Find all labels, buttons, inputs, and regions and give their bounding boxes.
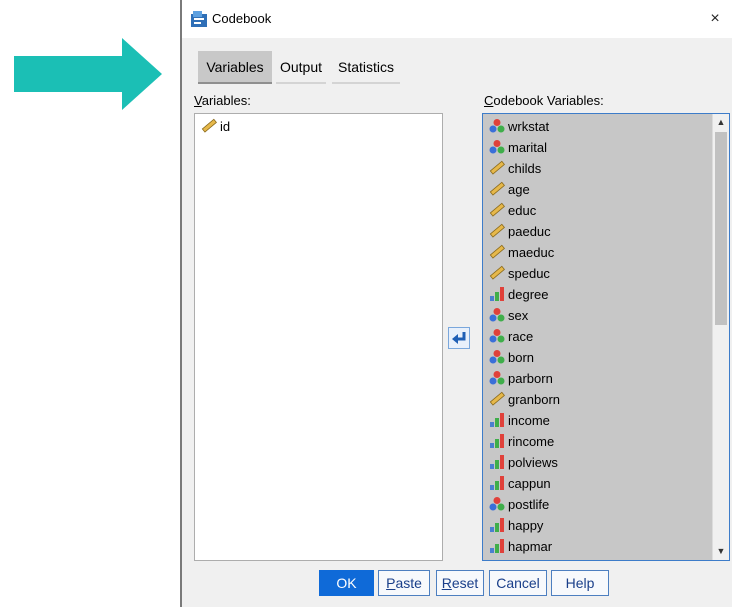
list-item-label: cappun bbox=[508, 476, 551, 491]
scroll-up-icon[interactable]: ▲ bbox=[713, 114, 729, 131]
tab-output[interactable]: Output bbox=[276, 51, 326, 84]
scale-icon bbox=[489, 181, 505, 196]
nominal-icon bbox=[489, 140, 505, 154]
scale-icon bbox=[201, 118, 217, 133]
list-item-label: born bbox=[508, 350, 535, 365]
list-item-label: educ bbox=[508, 203, 537, 218]
move-back-button[interactable] bbox=[448, 327, 470, 349]
list-item-label: sex bbox=[508, 308, 529, 323]
list-item[interactable]: id bbox=[201, 117, 230, 137]
list-item[interactable]: educ bbox=[489, 201, 536, 221]
help-button[interactable]: Help bbox=[551, 570, 609, 596]
ok-button[interactable]: OK bbox=[319, 570, 374, 596]
list-item[interactable]: race bbox=[489, 327, 533, 347]
list-item-label: age bbox=[508, 182, 530, 197]
list-item-label: paeduc bbox=[508, 224, 551, 239]
nominal-icon bbox=[489, 329, 505, 343]
tab-statistics[interactable]: Statistics bbox=[332, 51, 400, 84]
list-item-label: degree bbox=[508, 287, 549, 302]
scroll-down-icon[interactable]: ▼ bbox=[713, 543, 729, 560]
codebook-dialog: Codebook × Variables Output Statistics V… bbox=[180, 0, 732, 607]
list-item[interactable]: granborn bbox=[489, 390, 560, 410]
list-item[interactable]: parborn bbox=[489, 369, 553, 389]
scale-icon bbox=[489, 244, 505, 259]
ordinal-icon bbox=[490, 518, 504, 532]
list-item-label: granborn bbox=[508, 392, 561, 407]
scroll-thumb[interactable] bbox=[715, 132, 727, 325]
list-item-label: speduc bbox=[508, 266, 550, 281]
list-item[interactable]: wrkstat bbox=[489, 117, 549, 137]
list-item-label: race bbox=[508, 329, 534, 344]
list-item[interactable]: speduc bbox=[489, 264, 550, 284]
vertical-scrollbar[interactable]: ▲ ▼ bbox=[712, 114, 729, 560]
list-item[interactable]: sex bbox=[489, 306, 528, 326]
return-arrow-icon bbox=[452, 332, 466, 344]
list-item-label: happy bbox=[508, 518, 544, 533]
list-item[interactable]: happy bbox=[489, 516, 543, 536]
list-item-label: marital bbox=[508, 140, 548, 155]
list-item[interactable]: postlife bbox=[489, 495, 549, 515]
nominal-icon bbox=[489, 371, 505, 385]
list-item[interactable]: polviews bbox=[489, 453, 558, 473]
list-item[interactable]: born bbox=[489, 348, 534, 368]
cancel-button[interactable]: Cancel bbox=[489, 570, 547, 596]
paste-button[interactable]: Paste bbox=[378, 570, 430, 596]
list-item[interactable]: cappun bbox=[489, 474, 551, 494]
scale-icon bbox=[489, 391, 505, 406]
list-item[interactable]: income bbox=[489, 411, 550, 431]
list-item[interactable]: marital bbox=[489, 138, 547, 158]
list-item-label: postlife bbox=[508, 497, 550, 512]
list-item-label: income bbox=[508, 413, 550, 428]
list-item[interactable]: childs bbox=[489, 159, 541, 179]
list-item-label: wrkstat bbox=[508, 119, 550, 134]
reset-button[interactable]: Reset bbox=[436, 570, 484, 596]
ordinal-icon bbox=[490, 455, 504, 469]
scale-icon bbox=[489, 202, 505, 217]
list-item-label: childs bbox=[508, 161, 542, 176]
list-item-label: parborn bbox=[508, 371, 553, 386]
ordinal-icon bbox=[490, 287, 504, 301]
codebook-app-icon bbox=[191, 11, 207, 27]
scale-icon bbox=[489, 223, 505, 238]
list-item-label: hapmar bbox=[508, 539, 553, 554]
list-item-label: maeduc bbox=[508, 245, 555, 260]
close-icon[interactable]: × bbox=[700, 5, 730, 33]
ordinal-icon bbox=[490, 539, 504, 553]
nominal-icon bbox=[489, 308, 505, 322]
tab-variables[interactable]: Variables bbox=[198, 51, 272, 84]
ordinal-icon bbox=[490, 413, 504, 427]
codebook-variables-listbox[interactable]: wrkstat marital childs age educ paeduc maeduc s… bbox=[482, 113, 730, 561]
list-item[interactable]: age bbox=[489, 180, 530, 200]
list-item-label: polviews bbox=[508, 455, 558, 470]
dialog-title: Codebook bbox=[212, 11, 272, 26]
list-item[interactable]: paeduc bbox=[489, 222, 551, 242]
pointer-arrow-icon bbox=[14, 38, 162, 110]
list-item[interactable]: hapmar bbox=[489, 537, 552, 557]
list-item-label: rincome bbox=[508, 434, 555, 449]
list-item[interactable]: degree bbox=[489, 285, 548, 305]
list-item[interactable]: rincome bbox=[489, 432, 554, 452]
codebook-variables-label: Codebook Variables: bbox=[484, 93, 604, 108]
nominal-icon bbox=[489, 119, 505, 133]
variables-list-label: Variables: bbox=[194, 93, 251, 108]
title-bar: Codebook × bbox=[182, 0, 732, 38]
nominal-icon bbox=[489, 350, 505, 364]
scale-icon bbox=[489, 265, 505, 280]
variables-listbox[interactable]: id bbox=[194, 113, 443, 561]
ordinal-icon bbox=[490, 434, 504, 448]
nominal-icon bbox=[489, 497, 505, 511]
ordinal-icon bbox=[490, 476, 504, 490]
scale-icon bbox=[489, 160, 505, 175]
list-item[interactable]: maeduc bbox=[489, 243, 554, 263]
